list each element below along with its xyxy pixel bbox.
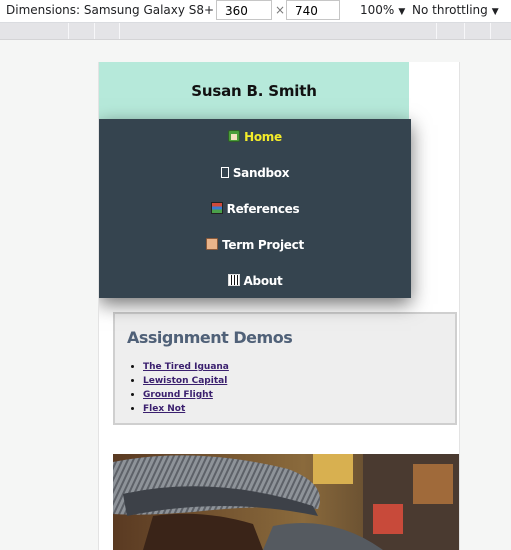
ruler-divider [436, 23, 437, 39]
demo-link-lewiston-capital[interactable]: Lewiston Capital [143, 376, 227, 386]
box-icon [220, 167, 229, 178]
zoom-select[interactable]: 100% ▼ [360, 3, 405, 17]
nav-item-about[interactable]: About [99, 263, 411, 299]
nav-item-home[interactable]: Home [99, 119, 411, 155]
height-input[interactable] [286, 0, 340, 20]
ruler-divider [119, 23, 120, 39]
demo-link-the-tired-iguana[interactable]: The Tired Iguana [143, 362, 229, 372]
hero-photo [113, 454, 459, 550]
nav-item-references[interactable]: References [99, 191, 411, 227]
site-title: Susan B. Smith [191, 82, 317, 100]
ruler-divider [464, 23, 465, 39]
media-query-ruler[interactable] [0, 23, 511, 40]
hero-photo-image [113, 454, 459, 550]
demo-links-list: The Tired Iguana Lewiston Capital Ground… [125, 360, 229, 416]
site-header: Susan B. Smith [99, 62, 409, 122]
chevron-down-icon: ▼ [491, 7, 499, 17]
nav-item-label: References [226, 202, 300, 216]
width-input[interactable] [216, 0, 272, 20]
device-viewport: Susan B. Smith Home Sandbox References T… [98, 62, 460, 550]
list-item: The Tired Iguana [143, 360, 229, 374]
zoom-select-label: 100% [360, 3, 395, 17]
list-item: Ground Flight [143, 388, 229, 402]
nav-item-term-project[interactable]: Term Project [99, 227, 411, 263]
list-item: Flex Not [143, 402, 229, 416]
house-icon [228, 130, 241, 142]
device-select[interactable]: Dimensions: Samsung Galaxy S8+▼ [6, 3, 225, 17]
demo-link-flex-not[interactable]: Flex Not [143, 404, 185, 414]
times-symbol: × [275, 3, 286, 17]
scroll-icon [206, 238, 219, 250]
device-select-label: Dimensions: Samsung Galaxy S8+ [6, 3, 215, 17]
chevron-down-icon: ▼ [398, 7, 406, 17]
assignment-demos-panel: Assignment Demos The Tired Iguana Lewist… [113, 312, 457, 425]
nav-item-label: Home [244, 130, 282, 144]
piano-icon [227, 274, 240, 286]
assignment-demos-heading: Assignment Demos [127, 328, 293, 347]
ruler-divider [68, 23, 69, 39]
nav-item-sandbox[interactable]: Sandbox [99, 155, 411, 191]
device-toolbar: Dimensions: Samsung Galaxy S8+▼ × 100%▼ … [0, 0, 511, 23]
nav-item-label: About [243, 274, 283, 288]
nav-menu: Home Sandbox References Term Project Abo… [99, 119, 411, 298]
nav-item-label: Term Project [222, 238, 304, 252]
throttling-select[interactable]: No throttling ▼ [412, 3, 499, 17]
list-item: Lewiston Capital [143, 374, 229, 388]
ruler-divider [94, 23, 95, 39]
ruler-divider [490, 23, 491, 39]
books-icon [210, 202, 223, 214]
throttling-select-label: No throttling [412, 3, 488, 17]
demo-link-ground-flight[interactable]: Ground Flight [143, 390, 213, 400]
nav-item-label: Sandbox [232, 166, 290, 180]
